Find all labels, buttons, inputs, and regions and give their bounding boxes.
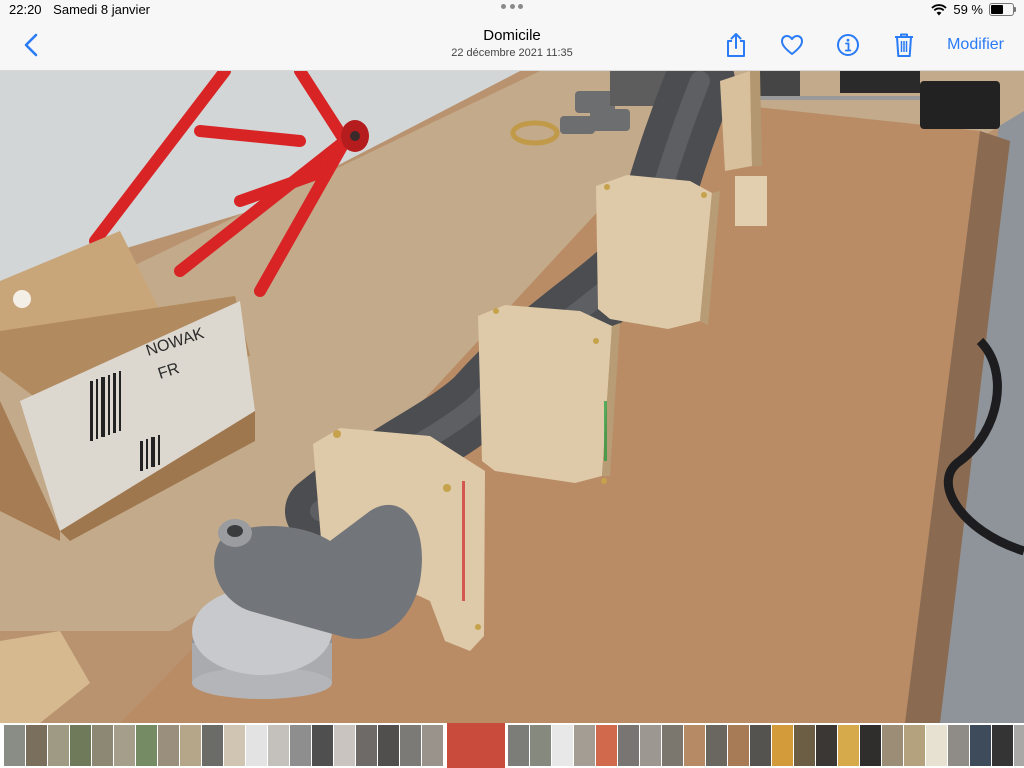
thumbnail[interactable] xyxy=(860,725,881,766)
thumbnail[interactable] xyxy=(882,725,903,766)
thumbnail[interactable] xyxy=(422,725,443,766)
thumbnail[interactable] xyxy=(904,725,925,766)
thumbnail[interactable] xyxy=(838,725,859,766)
thumbnail[interactable] xyxy=(970,725,991,766)
thumbnail[interactable] xyxy=(750,725,771,766)
thumbnail[interactable] xyxy=(136,725,157,766)
wifi-icon xyxy=(931,3,948,15)
share-icon xyxy=(727,33,746,57)
trash-icon xyxy=(895,33,914,57)
status-right: 59 % xyxy=(931,2,1016,17)
nav-actions: Modifier xyxy=(695,30,1004,60)
thumbnail[interactable] xyxy=(728,725,749,766)
thumbnail[interactable] xyxy=(26,725,47,766)
edit-button[interactable]: Modifier xyxy=(947,36,1004,54)
thumbnail[interactable] xyxy=(1014,725,1024,766)
delete-button[interactable] xyxy=(889,30,919,60)
thumbnail[interactable] xyxy=(508,725,529,766)
thumbnail[interactable] xyxy=(334,725,355,766)
info-icon xyxy=(837,34,860,56)
thumbnail[interactable] xyxy=(180,725,201,766)
thumbnail[interactable] xyxy=(662,725,683,766)
thumbnail[interactable] xyxy=(948,725,969,766)
thumbnail[interactable] xyxy=(290,725,311,766)
thumbnail[interactable] xyxy=(312,725,333,766)
thumbnail-strip[interactable] xyxy=(0,723,1024,768)
status-bar: 22:20 Samedi 8 janvier 59 % xyxy=(0,0,1024,20)
photo-view[interactable]: NOWAK FR xyxy=(0,71,1024,723)
thumbnail[interactable] xyxy=(268,725,289,766)
navigation-bar: Domicile 22 décembre 2021 11:35 Modifier xyxy=(0,20,1024,71)
thumbnail[interactable] xyxy=(640,725,661,766)
thumbnail[interactable] xyxy=(224,725,245,766)
thumbnail[interactable] xyxy=(618,725,639,766)
status-date: Samedi 8 janvier xyxy=(53,2,150,17)
thumbnail[interactable] xyxy=(202,725,223,766)
thumbnail[interactable] xyxy=(356,725,377,766)
thumbnail[interactable] xyxy=(400,725,421,766)
photo-image: NOWAK FR xyxy=(0,71,1024,723)
thumbnail[interactable] xyxy=(684,725,705,766)
thumbnail[interactable] xyxy=(794,725,815,766)
thumbnail[interactable] xyxy=(574,725,595,766)
thumbnail[interactable] xyxy=(92,725,113,766)
battery-icon xyxy=(989,3,1016,16)
thumbnail[interactable] xyxy=(706,725,727,766)
heart-icon xyxy=(781,35,804,55)
status-left: 22:20 Samedi 8 janvier xyxy=(9,2,158,17)
favorite-button[interactable] xyxy=(777,30,807,60)
thumbnail[interactable] xyxy=(246,725,267,766)
info-button[interactable] xyxy=(833,30,863,60)
thumbnail[interactable] xyxy=(114,725,135,766)
thumbnail[interactable] xyxy=(70,725,91,766)
thumbnail[interactable] xyxy=(816,725,837,766)
share-button[interactable] xyxy=(721,30,751,60)
battery-percent: 59 % xyxy=(953,2,983,17)
multitasking-dots-icon[interactable] xyxy=(501,4,523,9)
thumbnail[interactable] xyxy=(158,725,179,766)
thumbnail[interactable] xyxy=(552,725,573,766)
thumbnail[interactable] xyxy=(596,725,617,766)
thumbnail[interactable] xyxy=(530,725,551,766)
thumbnail[interactable] xyxy=(4,725,25,766)
status-time: 22:20 xyxy=(9,2,42,17)
thumbnail[interactable] xyxy=(378,725,399,766)
thumbnail-current[interactable] xyxy=(447,723,505,768)
thumbnail[interactable] xyxy=(926,725,947,766)
thumbnail[interactable] xyxy=(992,725,1013,766)
thumbnail[interactable] xyxy=(48,725,69,766)
thumbnail[interactable] xyxy=(772,725,793,766)
